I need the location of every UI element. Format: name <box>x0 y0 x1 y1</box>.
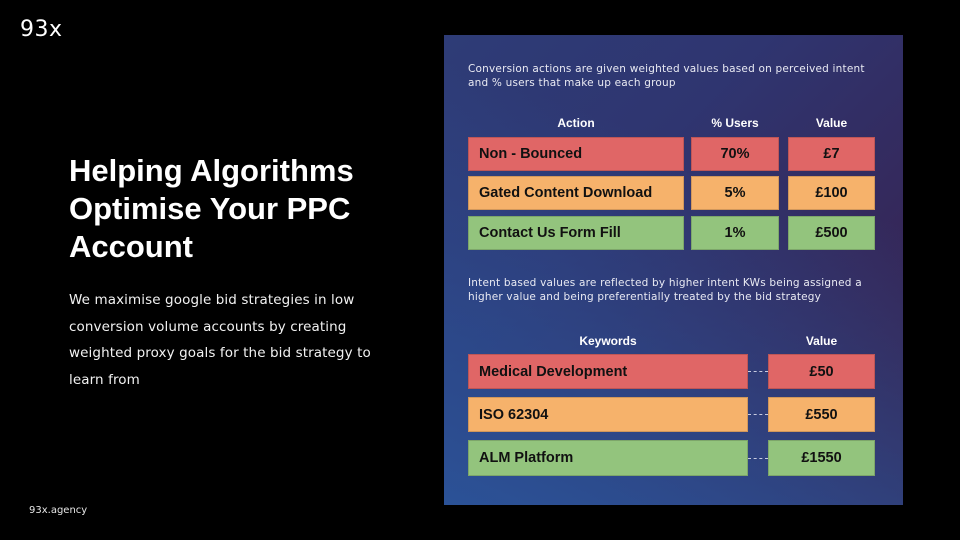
action-cell: Gated Content Download <box>468 176 684 210</box>
value-cell: £500 <box>788 216 875 250</box>
value-cell: £7 <box>788 137 875 171</box>
conversion-intro-text: Conversion actions are given weighted va… <box>468 63 865 89</box>
users-cell: 5% <box>691 176 779 210</box>
keyword-value-cell: £50 <box>768 354 875 389</box>
action-cell: Contact Us Form Fill <box>468 216 684 250</box>
page-title: Helping Algorithms Optimise Your PPC Acc… <box>69 153 354 264</box>
connector-line <box>748 458 768 459</box>
header-value: Value <box>815 116 848 130</box>
header-keywords: Keywords <box>579 334 637 348</box>
header-users: % Users <box>711 116 759 130</box>
connector-line <box>748 414 768 415</box>
keyword-cell: Medical Development <box>468 354 748 389</box>
header-keyword-value: Value <box>805 334 838 348</box>
value-cell: £100 <box>788 176 875 210</box>
strategy-panel: Conversion actions are given weighted va… <box>444 35 903 505</box>
connector-line <box>748 371 768 372</box>
keyword-cell: ISO 62304 <box>468 397 748 432</box>
keyword-cell: ALM Platform <box>468 440 748 476</box>
brand-logo: 93x <box>20 17 63 42</box>
footer-website: 93x.agency <box>29 505 88 516</box>
intent-text: Intent based values are reflected by hig… <box>468 277 862 303</box>
hero-description: We maximise google bid strategies in low… <box>69 292 371 388</box>
keyword-value-cell: £550 <box>768 397 875 432</box>
action-cell: Non - Bounced <box>468 137 684 171</box>
users-cell: 1% <box>691 216 779 250</box>
header-action: Action <box>557 116 595 130</box>
users-cell: 70% <box>691 137 779 171</box>
keyword-value-cell: £1550 <box>768 440 875 476</box>
